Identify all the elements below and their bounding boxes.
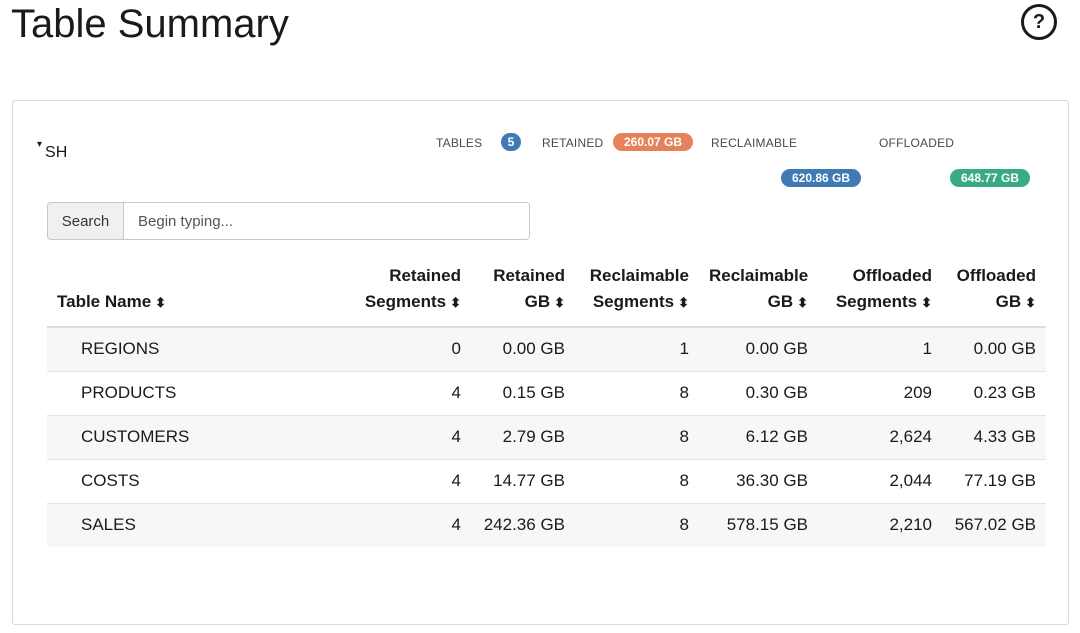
tables-count-badge: 5	[501, 133, 521, 151]
sort-icon[interactable]: ⬍	[554, 290, 565, 316]
table-summary: Table Name ⬍ Retained Segments ⬍ Retained …	[47, 261, 1046, 547]
header-line2: Segments	[592, 292, 675, 311]
sort-icon[interactable]: ⬍	[921, 290, 932, 316]
header-line1: Reclaimable	[709, 266, 809, 285]
cell-reclaimable-segments: 8	[575, 414, 699, 459]
cell-reclaimable-gb: 6.12 GB	[699, 414, 818, 459]
cell-table-name: COSTS	[47, 458, 347, 503]
retained-badge: 260.07 GB	[613, 133, 693, 151]
cell-reclaimable-segments: 1	[575, 326, 699, 371]
column-header-offloaded-segments[interactable]: Offloaded Segments ⬍	[818, 261, 942, 328]
table-header-row: Table Name ⬍ Retained Segments ⬍ Retained …	[47, 261, 1046, 328]
cell-reclaimable-gb: 0.00 GB	[699, 326, 818, 371]
header-line2: GB	[995, 292, 1022, 311]
header-line1: Offloaded	[956, 266, 1036, 285]
cell-retained-segments: 4	[347, 414, 471, 459]
cell-reclaimable-segments: 8	[575, 502, 699, 547]
cell-table-name: REGIONS	[47, 326, 347, 371]
cell-reclaimable-segments: 8	[575, 370, 699, 415]
header-line1: Offloaded	[852, 266, 932, 285]
cell-retained-segments: 4	[347, 458, 471, 503]
schema-toggle[interactable]: ▾ SH	[37, 139, 67, 163]
cell-retained-gb: 2.79 GB	[471, 414, 575, 459]
header-line1: Retained	[389, 266, 461, 285]
schema-panel: ▾ SH TABLES 5 RETAINED 260.07 GB RECLAIM…	[12, 100, 1069, 625]
sort-icon[interactable]: ⬍	[797, 290, 808, 316]
cell-offloaded-gb: 567.02 GB	[942, 502, 1046, 547]
cell-retained-gb: 14.77 GB	[471, 458, 575, 503]
cell-reclaimable-gb: 0.30 GB	[699, 370, 818, 415]
cell-retained-segments: 0	[347, 326, 471, 371]
schema-name: SH	[45, 144, 68, 161]
header-line1: Retained	[493, 266, 565, 285]
reclaimable-label: RECLAIMABLE	[711, 136, 798, 150]
retained-label: RETAINED	[542, 136, 604, 150]
help-icon[interactable]: ?	[1021, 4, 1057, 40]
cell-table-name: PRODUCTS	[47, 370, 347, 415]
search-input[interactable]	[124, 203, 529, 239]
sort-icon[interactable]: ⬍	[1025, 290, 1036, 316]
header-line2: Segments	[364, 292, 447, 311]
cell-offloaded-segments: 2,624	[818, 414, 942, 459]
cell-retained-gb: 0.00 GB	[471, 326, 575, 371]
table-row[interactable]: REGIONS 0 0.00 GB 1 0.00 GB 1 0.00 GB	[47, 326, 1046, 371]
table-row[interactable]: COSTS 4 14.77 GB 8 36.30 GB 2,044 77.19 …	[47, 458, 1046, 503]
column-header-retained-gb[interactable]: Retained GB ⬍	[471, 261, 575, 328]
header-line2: Segments	[835, 292, 918, 311]
cell-offloaded-gb: 0.00 GB	[942, 326, 1046, 371]
table-row[interactable]: SALES 4 242.36 GB 8 578.15 GB 2,210 567.…	[47, 502, 1046, 547]
search-addon-label: Search	[48, 203, 124, 239]
cell-offloaded-segments: 209	[818, 370, 942, 415]
cell-reclaimable-segments: 8	[575, 458, 699, 503]
column-header-table-name[interactable]: Table Name ⬍	[47, 261, 347, 328]
cell-offloaded-segments: 2,210	[818, 502, 942, 547]
header-line2: GB	[767, 292, 794, 311]
table-row[interactable]: PRODUCTS 4 0.15 GB 8 0.30 GB 209 0.23 GB	[47, 370, 1046, 415]
header-line2: Table Name	[57, 292, 152, 311]
cell-retained-gb: 0.15 GB	[471, 370, 575, 415]
reclaimable-badge: 620.86 GB	[781, 169, 861, 187]
cell-offloaded-segments: 2,044	[818, 458, 942, 503]
cell-retained-segments: 4	[347, 502, 471, 547]
table-row[interactable]: CUSTOMERS 4 2.79 GB 8 6.12 GB 2,624 4.33…	[47, 414, 1046, 459]
cell-reclaimable-gb: 578.15 GB	[699, 502, 818, 547]
column-header-retained-segments[interactable]: Retained Segments ⬍	[347, 261, 471, 328]
column-header-reclaimable-gb[interactable]: Reclaimable GB ⬍	[699, 261, 818, 328]
caret-down-icon: ▾	[37, 139, 43, 150]
cell-offloaded-segments: 1	[818, 326, 942, 371]
column-header-reclaimable-segments[interactable]: Reclaimable Segments ⬍	[575, 261, 699, 328]
header-line2: GB	[524, 292, 551, 311]
cell-offloaded-gb: 77.19 GB	[942, 458, 1046, 503]
sort-icon[interactable]: ⬍	[155, 290, 166, 316]
tables-label: TABLES	[436, 136, 483, 150]
page-title: Table Summary	[11, 2, 289, 46]
offloaded-label: OFFLOADED	[879, 136, 955, 150]
offloaded-badge: 648.77 GB	[950, 169, 1030, 187]
cell-table-name: SALES	[47, 502, 347, 547]
cell-offloaded-gb: 0.23 GB	[942, 370, 1046, 415]
cell-retained-gb: 242.36 GB	[471, 502, 575, 547]
cell-reclaimable-gb: 36.30 GB	[699, 458, 818, 503]
search-group: Search	[47, 202, 530, 240]
cell-offloaded-gb: 4.33 GB	[942, 414, 1046, 459]
sort-icon[interactable]: ⬍	[450, 290, 461, 316]
header-line1: Reclaimable	[589, 266, 689, 285]
column-header-offloaded-gb[interactable]: Offloaded GB ⬍	[942, 261, 1046, 328]
cell-table-name: CUSTOMERS	[47, 414, 347, 459]
cell-retained-segments: 4	[347, 370, 471, 415]
sort-icon[interactable]: ⬍	[678, 290, 689, 316]
